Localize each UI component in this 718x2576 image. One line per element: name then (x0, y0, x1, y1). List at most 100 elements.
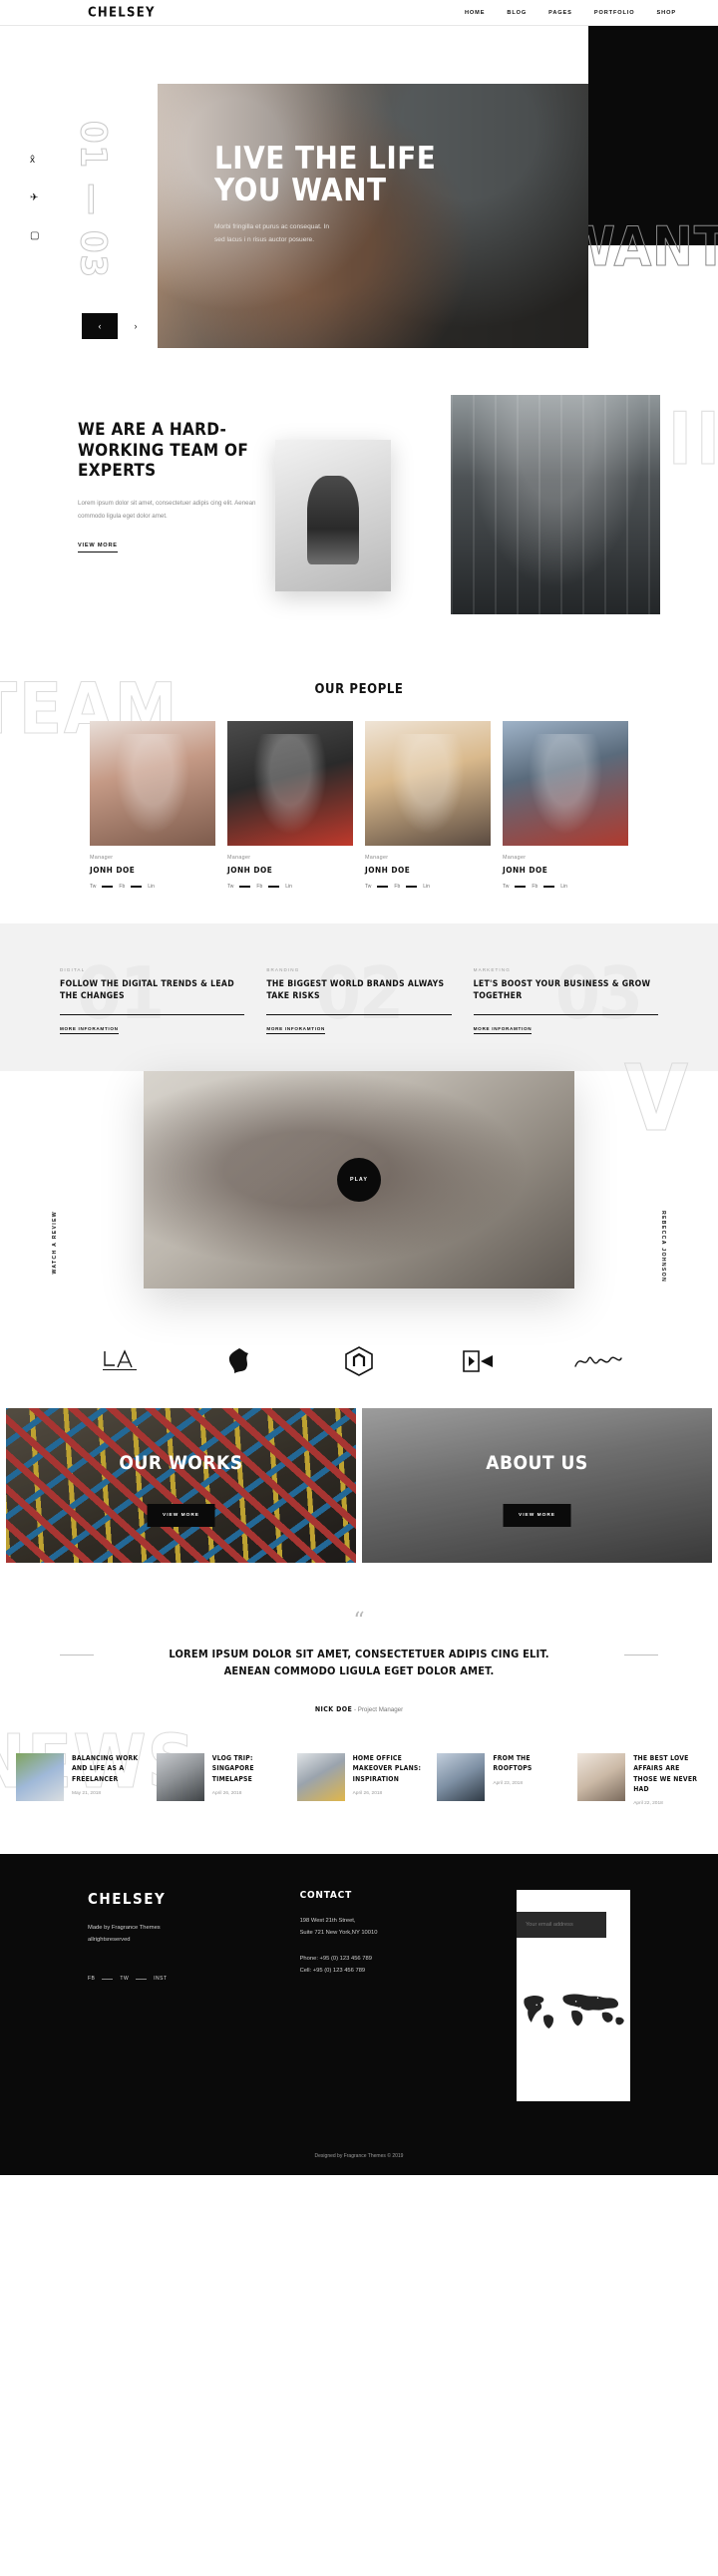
news-thumbnail (16, 1753, 64, 1802)
hero-black-panel (588, 26, 718, 245)
service-card-digital: DIGITAL FOLLOW THE DIGITAL TRENDS & LEAD… (60, 967, 245, 1035)
footer-grid: CHELSEY Made by Fragrance Themes allrigh… (0, 1889, 718, 2101)
news-title: BALANCING WORK AND LIFE AS A FREELANCER (72, 1754, 139, 1783)
news-section: NEWS BALANCING WORK AND LIFE AS A FREELA… (0, 1725, 718, 1854)
footer-logo[interactable]: CHELSEY (88, 1890, 270, 1908)
team-member[interactable]: Manager JONH DOE Tw Fb Lin (503, 721, 628, 890)
world-map (517, 1962, 630, 2053)
team-social-lin[interactable]: Lin (285, 884, 292, 890)
team-member-name: JONH DOE (503, 865, 548, 875)
promo-overlay (6, 1408, 356, 1564)
team-social-fb[interactable]: Fb (394, 884, 400, 890)
team-member-photo (227, 721, 353, 846)
team-social-tw[interactable]: Tw (503, 884, 509, 890)
team-social-tw[interactable]: Tw (365, 884, 371, 890)
news-thumbnail (296, 1753, 345, 1802)
promo-card-our-works[interactable]: OUR WORKS VIEW MORE (6, 1408, 356, 1564)
promo-card-about-us[interactable]: ABOUT US VIEW MORE (362, 1408, 712, 1564)
team-member[interactable]: Manager JONH DOE Tw Fb Lin (90, 721, 215, 890)
hero-next-button[interactable]: › (118, 313, 154, 339)
footer-made-by-line1: Made by Fragrance Themes (88, 1924, 161, 1931)
twitter-icon[interactable]: ✈ (30, 193, 39, 203)
news-post[interactable]: HOME OFFICE MAKEOVER PLANS: INSPIRATION … (296, 1753, 422, 1806)
news-post[interactable]: FROM THE ROOFTOPS April 23, 2018 (437, 1753, 561, 1806)
news-date: May 21, 2018 (72, 1790, 102, 1796)
news-post[interactable]: VLOG TRIP: SINGAPORE TIMELAPSE April 26,… (156, 1753, 281, 1806)
team-member-role: Manager (227, 855, 251, 861)
team-member-socials: Tw Fb Lin (365, 884, 491, 890)
nav-item-pages[interactable]: PAGES (548, 10, 572, 16)
team-member-role: Manager (365, 855, 389, 861)
footer-address-line1: 198 West 21th Street, (299, 1917, 356, 1924)
about-section: II WE ARE A HARD-WORKING TEAM OF EXPERTS… (0, 365, 718, 664)
team-social-fb[interactable]: Fb (532, 884, 538, 890)
play-button[interactable]: PLAY (337, 1158, 381, 1203)
about-view-more-button[interactable]: VIEW MORE (78, 543, 118, 553)
footer-social-inst[interactable]: INST (154, 1976, 167, 1982)
about-text: WE ARE A HARD-WORKING TEAM OF EXPERTS Lo… (78, 420, 257, 553)
instagram-icon[interactable]: ▢ (30, 231, 39, 241)
facebook-icon[interactable]: x̂ (30, 156, 39, 166)
service-card-branding: BRANDING THE BIGGEST WORLD BRANDS ALWAYS… (266, 967, 452, 1035)
hero-paragraph: Morbi fringilla et purus ac consequat. I… (214, 223, 330, 244)
team-social-fb[interactable]: Fb (256, 884, 262, 890)
service-kicker: BRANDING (266, 967, 300, 972)
team-social-tw[interactable]: Tw (227, 884, 233, 890)
hero-title-line1: LIVE THE LIFE (214, 141, 437, 177)
news-date: April 23, 2018 (493, 1780, 523, 1786)
hero-prev-button[interactable]: ‹ (82, 313, 118, 339)
site-logo[interactable]: CHELSEY (88, 5, 156, 20)
hero-section: WANT x̂ ✈ ▢ 01 — 03 LIVE THE LIFE YOU WA… (0, 26, 718, 365)
service-more-link[interactable]: MORE INFORAMTION (473, 1026, 533, 1035)
team-member-photo (365, 721, 491, 846)
video-left-label: WATCH A REVIEW (52, 1211, 58, 1275)
team-member-socials: Tw Fb Lin (503, 884, 628, 890)
nav-item-home[interactable]: HOME (465, 10, 485, 16)
team-social-lin[interactable]: Lin (423, 884, 430, 890)
team-member[interactable]: Manager JONH DOE Tw Fb Lin (227, 721, 353, 890)
team-title: OUR PEOPLE (314, 682, 404, 697)
service-divider (60, 1014, 245, 1016)
video-thumbnail[interactable]: PLAY (144, 1071, 574, 1289)
flag-brand-logo[interactable] (452, 1344, 506, 1378)
nav-item-shop[interactable]: SHOP (657, 10, 676, 16)
team-grid: Manager JONH DOE Tw Fb Lin Manager JONH … (0, 721, 718, 890)
news-post[interactable]: BALANCING WORK AND LIFE AS A FREELANCER … (16, 1753, 141, 1806)
nav-item-blog[interactable]: BLOG (507, 10, 527, 16)
testimonial-text: LOREM IPSUM DOLOR SIT AMET, CONSECTETUER… (169, 1648, 549, 1677)
team-social-lin[interactable]: Lin (148, 884, 155, 890)
video-section: V WATCH A REVIEW REBECCA JOHNSON PLAY (0, 1052, 718, 1327)
team-social-fb[interactable]: Fb (119, 884, 125, 890)
quote-icon: “ (353, 1609, 365, 1635)
video-ghost-text: V (623, 1045, 688, 1153)
news-post[interactable]: THE BEST LOVE AFFAIRS ARE THOSE WE NEVER… (577, 1753, 702, 1806)
about-paragraph: Lorem ipsum dolor sit amet, consectetuer… (78, 500, 256, 520)
footer-copyright: Designed by Fragrance Themes © 2019 (314, 2152, 404, 2159)
news-title: VLOG TRIP: SINGAPORE TIMELAPSE (211, 1754, 254, 1783)
news-thumbnail (156, 1753, 204, 1802)
news-title: THE BEST LOVE AFFAIRS ARE THOSE WE NEVER… (633, 1754, 698, 1793)
footer-social-tw[interactable]: TW (120, 1976, 129, 1982)
signature-brand-logo[interactable] (571, 1344, 625, 1378)
team-social-tw[interactable]: Tw (90, 884, 96, 890)
service-more-link[interactable]: MORE INFORAMTION (266, 1026, 325, 1035)
newsletter-email-input[interactable] (517, 1911, 607, 1938)
footer-social-fb[interactable]: FB (88, 1976, 95, 1982)
team-member-name: JONH DOE (90, 865, 136, 875)
la-brand-logo[interactable] (93, 1344, 147, 1378)
splatter-brand-logo[interactable] (212, 1344, 266, 1378)
newsletter-signup-form: SIGN UP (517, 1911, 630, 1938)
team-member[interactable]: Manager JONH DOE Tw Fb Lin (365, 721, 491, 890)
newsletter-signup-button[interactable]: SIGN UP (616, 1920, 630, 1930)
hexagon-brand-logo[interactable] (332, 1344, 386, 1378)
testimonial-next-arrow[interactable] (624, 1655, 658, 1656)
nav-item-portfolio[interactable]: PORTFOLIO (594, 10, 635, 16)
team-social-lin[interactable]: Lin (560, 884, 567, 890)
promo-view-more-button[interactable]: VIEW MORE (147, 1504, 215, 1528)
main-nav: HOME BLOG PAGES PORTFOLIO SHOP (465, 10, 676, 16)
promo-view-more-button[interactable]: VIEW MORE (503, 1504, 571, 1528)
promo-section: OUR WORKS VIEW MORE ABOUT US VIEW MORE (0, 1408, 718, 1564)
service-more-link[interactable]: MORE INFORAMTION (60, 1026, 119, 1035)
testimonial-prev-arrow[interactable] (60, 1655, 94, 1656)
news-title: HOME OFFICE MAKEOVER PLANS: INSPIRATION (352, 1754, 422, 1783)
